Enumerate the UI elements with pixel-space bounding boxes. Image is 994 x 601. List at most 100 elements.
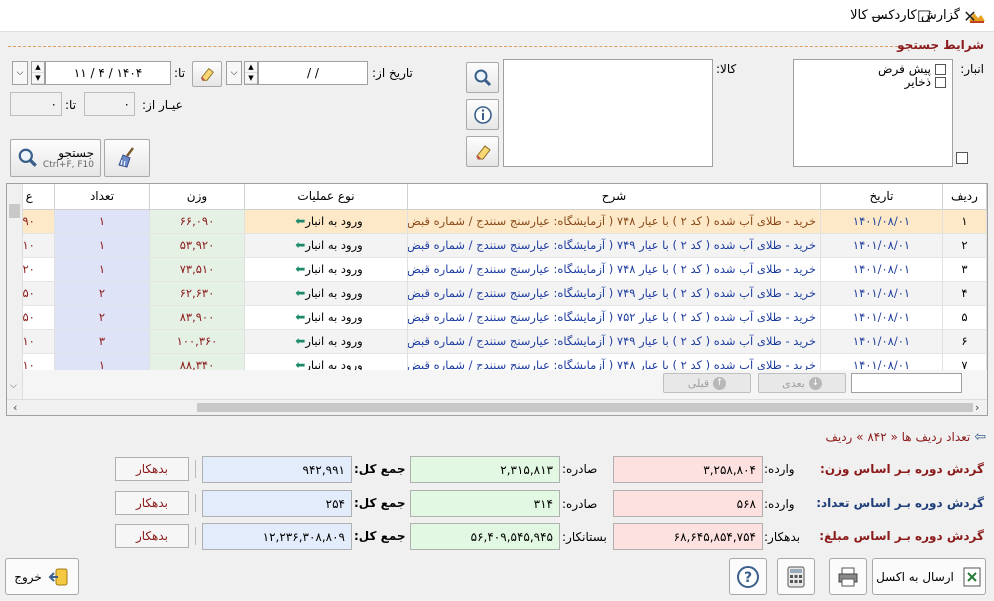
export-excel-button[interactable]: ارسال به اکسل — [872, 558, 986, 595]
kardex-grid[interactable]: ردیف تاریخ شرح نوع عملیات وزن تعداد ع ۱۱… — [6, 183, 988, 416]
kala-clear-button[interactable] — [466, 136, 499, 167]
amount-out-label: بستانکار: — [562, 530, 607, 544]
anbar-option-1-checkbox[interactable] — [935, 63, 946, 75]
amount-summary-label: گردش دوره بـر اساس مبلغ: — [819, 529, 984, 543]
prev-label: قبلی — [687, 376, 710, 390]
help-button[interactable]: ? — [729, 558, 767, 595]
print-button[interactable] — [829, 558, 867, 595]
excel-icon — [963, 567, 981, 586]
row-count: ⇦ تعداد ردیف ها « ۸۴۲ » ردیف — [825, 429, 986, 445]
exit-button[interactable]: خروج — [5, 558, 79, 595]
table-row[interactable]: ۴ ۱۴۰۱/۰۸/۰۱ خرید - طلای آب شده ( کد ۲ ) ب… — [7, 281, 987, 306]
kardex-table: ردیف تاریخ شرح نوع عملیات وزن تعداد ع ۱۱… — [7, 184, 987, 378]
spin-down-icon[interactable]: ▼ — [245, 73, 257, 84]
col-header-desc[interactable]: شرح — [407, 184, 821, 210]
count-in-label: وارده: — [764, 497, 795, 511]
next-page-button[interactable]: بعدی ↓ — [758, 373, 846, 393]
row-date: ۱۴۰۱/۰۸/۰۱ — [820, 257, 943, 282]
calculator-button[interactable] — [777, 558, 815, 595]
row-index: ۶ — [942, 329, 987, 354]
close-button[interactable]: ✕ — [947, 0, 993, 32]
divider — [195, 527, 196, 545]
row-index: ۳ — [942, 257, 987, 282]
table-row[interactable]: ۳ ۱۴۰۱/۰۸/۰۱ خرید - طلای آب شده ( کد ۲ ) ب… — [7, 257, 987, 282]
col-header-date[interactable]: تاریخ — [820, 184, 943, 210]
row-quantity: ۱ — [54, 209, 150, 234]
row-description: خرید - طلای آب شده ( کد ۲ ) با عیار ۷۴۹ … — [407, 329, 821, 354]
search-button[interactable]: جستجو Ctrl+F, F10 — [10, 139, 101, 177]
table-row[interactable]: ۵ ۱۴۰۱/۰۸/۰۱ خرید - طلای آب شده ( کد ۲ ) ب… — [7, 305, 987, 330]
weight-in-label: وارده: — [764, 462, 795, 476]
row-description: خرید - طلای آب شده ( کد ۲ ) با عیار ۷۴۹ … — [407, 233, 821, 258]
row-description: خرید - طلای آب شده ( کد ۲ ) با عیار ۷۴۸ … — [407, 257, 821, 282]
chevron-down-icon: ⌵ — [230, 68, 238, 78]
amount-in-label: بدهکار: — [764, 530, 801, 544]
count-in-value: ۵۶۸ — [613, 490, 763, 517]
count-status-badge: بدهکار — [115, 491, 189, 515]
amount-status-badge: بدهکار — [115, 524, 189, 548]
row-index: ۱ — [942, 209, 987, 234]
scroll-down-icon[interactable]: ⌵ — [10, 381, 17, 391]
date-from-label: تاریخ از: — [372, 66, 413, 80]
help-icon: ? — [737, 565, 759, 588]
minimize-button[interactable]: — — [856, 0, 902, 32]
row-operation: ورود به انبار⬅ — [244, 233, 408, 258]
amount-total-value: ۱۲,۲۳۶,۳۰۸,۸۰۹ — [202, 523, 352, 550]
col-header-weight[interactable]: وزن — [149, 184, 245, 210]
kala-info-button[interactable] — [466, 99, 499, 130]
title-bar: گزارش کاردکس کالا — ☐ ✕ — [0, 0, 994, 32]
anbar-list[interactable]: پیش فرض ذخایر — [793, 59, 953, 167]
col-header-qty[interactable]: تعداد — [54, 184, 150, 210]
row-weight: ۵۳,۹۲۰ — [149, 233, 245, 258]
spin-up-icon[interactable]: ▲ — [32, 62, 44, 73]
table-row[interactable]: ۱ ۱۴۰۱/۰۸/۰۱ خرید - طلای آب شده ( کد ۲ ) ب… — [7, 209, 987, 234]
weight-out-label: صادره: — [562, 462, 598, 476]
row-date: ۱۴۰۱/۰۸/۰۱ — [820, 281, 943, 306]
clear-filters-button[interactable] — [104, 139, 150, 177]
kala-list[interactable] — [503, 59, 713, 167]
weight-total-value: ۹۴۲,۹۹۱ — [202, 456, 352, 483]
row-operation: ورود به انبار⬅ — [244, 305, 408, 330]
calculator-icon — [787, 566, 805, 587]
ayar-to-input[interactable]: ۰ — [10, 92, 62, 116]
date-clear-button[interactable] — [192, 61, 222, 87]
row-description: خرید - طلای آب شده ( کد ۲ ) با عیار ۷۴۹ … — [407, 281, 821, 306]
col-header-radif[interactable]: ردیف — [942, 184, 987, 210]
row-weight: ۷۳,۵۱۰ — [149, 257, 245, 282]
row-index: ۵ — [942, 305, 987, 330]
scroll-left-icon[interactable]: ‹ — [13, 401, 17, 414]
table-row[interactable]: ۶ ۱۴۰۱/۰۸/۰۱ خرید - طلای آب شده ( کد ۲ ) ب… — [7, 329, 987, 354]
prev-page-button[interactable]: قبلی ↑ — [663, 373, 751, 393]
kala-search-button[interactable] — [466, 62, 499, 93]
date-from-input[interactable]: / / — [258, 61, 368, 85]
row-operation: ورود به انبار⬅ — [244, 329, 408, 354]
vertical-scrollbar[interactable]: ⌵ — [7, 184, 23, 399]
section-divider — [8, 46, 898, 47]
select-all-checkbox[interactable] — [956, 152, 968, 164]
row-quantity: ۱ — [54, 233, 150, 258]
row-operation-label: ورود به انبار — [305, 286, 363, 300]
horizontal-scroll-thumb[interactable] — [197, 403, 973, 412]
anbar-option-2-checkbox[interactable] — [935, 76, 946, 88]
vertical-scroll-thumb[interactable] — [9, 204, 20, 218]
scroll-right-icon[interactable]: › — [975, 401, 979, 414]
table-row[interactable]: ۲ ۱۴۰۱/۰۸/۰۱ خرید - طلای آب شده ( کد ۲ ) ب… — [7, 233, 987, 258]
ayar-from-input[interactable]: ۰ — [84, 92, 135, 116]
arrow-left-icon: ⬅ — [295, 286, 306, 300]
spin-down-icon[interactable]: ▼ — [32, 73, 44, 84]
col-header-op[interactable]: نوع عملیات — [244, 184, 408, 210]
horizontal-scrollbar[interactable]: ‹ › — [7, 399, 987, 415]
arrow-left-icon: ⬅ — [295, 214, 306, 228]
search-icon — [18, 148, 37, 167]
date-to-dropdown[interactable]: ⌵ — [12, 61, 28, 85]
date-to-spinner[interactable]: ▲ ▼ — [31, 61, 45, 85]
date-from-spinner[interactable]: ▲ ▼ — [244, 61, 258, 85]
date-to-input[interactable]: ۱۱ / ۴ / ۱۴۰۴ — [45, 61, 171, 85]
maximize-button[interactable]: ☐ — [901, 0, 947, 32]
date-from-dropdown[interactable]: ⌵ — [226, 61, 242, 85]
anbar-option-1[interactable]: پیش فرض — [878, 62, 946, 76]
row-operation: ورود به انبار⬅ — [244, 257, 408, 282]
spin-up-icon[interactable]: ▲ — [245, 62, 257, 73]
anbar-option-2[interactable]: ذخایر — [905, 75, 946, 89]
page-jump-input[interactable] — [851, 373, 962, 393]
